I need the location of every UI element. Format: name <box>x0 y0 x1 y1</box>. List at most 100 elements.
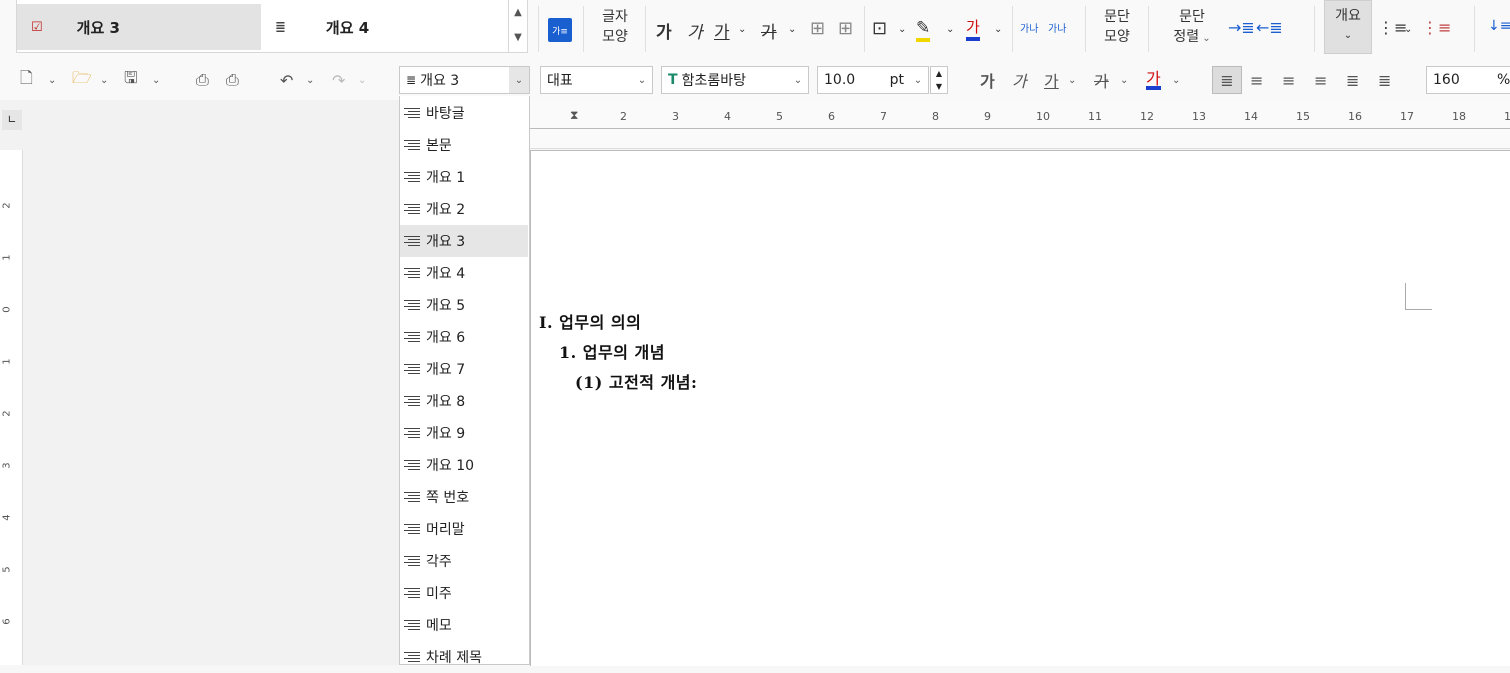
align-justify-icon[interactable]: ≣ <box>1212 66 1242 94</box>
para-shape-button[interactable]: 문단 모양 <box>1092 7 1142 47</box>
dropdown-item[interactable]: 미주 <box>400 577 528 609</box>
horizontal-ruler[interactable]: ⧗ 2 3 4 5 6 7 8 9 10 11 12 13 14 15 16 17 18 19 <box>530 100 1510 149</box>
italic-button[interactable]: 가 <box>1012 68 1027 92</box>
align-center-icon[interactable]: ≡ <box>1282 68 1295 92</box>
indent-increase-icon[interactable]: →≣ <box>1228 18 1255 37</box>
chevron-down-icon[interactable]: ⌄ <box>788 67 808 93</box>
align-left-icon[interactable]: ≡ <box>1250 68 1263 92</box>
chevron-down-icon[interactable]: ⌄ <box>632 67 652 93</box>
paragraph-style-icon <box>404 428 422 438</box>
gallery-item-outline-4[interactable]: ≣ 개요 4 <box>261 4 509 50</box>
char-border-icon[interactable]: ⊡ <box>872 18 887 39</box>
print-icon[interactable]: ⎙ <box>196 68 209 92</box>
tab-stop-icon[interactable]: ∟ <box>2 110 22 130</box>
dropdown-item[interactable]: 개요 3 <box>400 225 528 257</box>
dropdown-item[interactable]: 머리말 <box>400 513 528 545</box>
chevron-down-icon[interactable]: ⌄ <box>738 24 746 35</box>
dropdown-item[interactable]: 개요 2 <box>400 193 528 225</box>
bold-button[interactable]: 가 <box>656 18 672 43</box>
sort-icon[interactable]: ↓≡ <box>1488 18 1510 34</box>
dropdown-item[interactable]: 개요 9 <box>400 417 528 449</box>
gallery-item-outline-3[interactable]: ☑ 개요 3 <box>17 4 261 50</box>
document-page[interactable]: I. 업무의 의의 1. 업무의 개념 (1) 고전적 개념: <box>530 150 1510 666</box>
italic-button[interactable]: 가 <box>687 18 703 43</box>
dropdown-item[interactable]: 차례 제목 <box>400 641 528 673</box>
strikethrough-button[interactable]: 가 <box>1094 68 1109 92</box>
save-icon[interactable]: 🖫 <box>124 68 138 92</box>
dropdown-item[interactable]: 개요 8 <box>400 385 528 417</box>
dropdown-item[interactable]: 개요 1 <box>400 161 528 193</box>
font-size-combo[interactable]: 10.0 pt ⌄ <box>817 66 929 94</box>
outline-button[interactable]: 개요 ⌄ <box>1324 0 1372 54</box>
dropdown-item[interactable]: 개요 6 <box>400 321 528 353</box>
open-folder-icon[interactable]: 🗁 <box>72 68 92 92</box>
chevron-down-icon[interactable]: ⌄ <box>48 68 56 92</box>
language-combo[interactable]: 대표 ⌄ <box>540 66 653 94</box>
new-document-icon[interactable]: 🗋 <box>20 68 33 92</box>
chevron-down-icon[interactable]: ⌄ <box>1172 68 1180 92</box>
numbered-list-icon[interactable]: ⋮≡ <box>1422 18 1451 37</box>
chevron-down-icon[interactable]: ⌄ <box>1068 68 1076 92</box>
dropdown-item[interactable]: 쪽 번호 <box>400 481 528 513</box>
char-spacing-narrow-button[interactable]: 가나 <box>1020 20 1038 35</box>
chevron-down-icon[interactable]: ⌄ <box>898 24 906 35</box>
strikethrough-button[interactable]: 가 <box>761 18 777 43</box>
table-char-icon[interactable]: ⊞ <box>810 18 825 39</box>
chevron-down-icon[interactable]: ⌄ <box>509 67 529 93</box>
print-preview-icon[interactable]: ⎙ <box>226 68 239 92</box>
divide-icon[interactable]: ≣ <box>1378 68 1391 92</box>
chevron-down-icon[interactable]: ⌄ <box>100 68 108 92</box>
indent-marker-icon[interactable]: ⧗ <box>570 108 578 123</box>
double-chevron-down-icon[interactable]: ▼ <box>509 25 527 50</box>
para-align-button[interactable]: 문단 정렬 ⌄ <box>1162 7 1222 49</box>
dropdown-item[interactable]: 개요 4 <box>400 257 528 289</box>
font-color-button[interactable]: 가 <box>1146 68 1161 90</box>
table-char-icon[interactable]: ⊞ <box>838 18 853 39</box>
distribute-icon[interactable]: ≣ <box>1346 68 1359 92</box>
chevron-down-icon[interactable]: ⌄ <box>152 68 160 92</box>
chevron-down-icon[interactable]: ⌄ <box>908 67 928 93</box>
vertical-ruler[interactable]: 2 1 0 1 2 3 4 5 6 <box>0 150 23 665</box>
chevron-down-icon[interactable]: ⌄ <box>1404 24 1412 35</box>
ruler-tick-label: 19 <box>1504 110 1510 123</box>
chevron-down-icon[interactable]: ⌄ <box>946 24 954 35</box>
dropdown-item[interactable]: 메모 <box>400 609 528 641</box>
zoom-combo[interactable]: 160 % <box>1426 66 1510 94</box>
dropdown-item[interactable]: 개요 5 <box>400 289 528 321</box>
font-type-icon: T <box>668 72 678 88</box>
chevron-up-icon[interactable]: ▲ <box>509 0 527 25</box>
highlight-pen-icon[interactable]: ✎ <box>916 18 931 42</box>
paragraph-style-icon: ≣ <box>275 19 286 35</box>
chevron-down-icon[interactable]: ⌄ <box>306 68 314 92</box>
indent-decrease-icon[interactable]: ←≣ <box>1256 18 1283 37</box>
doc-heading-2[interactable]: 1. 업무의 개념 <box>559 339 665 363</box>
page-number-style-icon <box>404 492 422 502</box>
chevron-down-icon[interactable]: ⌄ <box>1120 68 1128 92</box>
chevron-down-icon[interactable]: ⌄ <box>788 24 796 35</box>
chevron-down-icon[interactable]: ⌄ <box>994 24 1002 35</box>
dropdown-item[interactable]: 개요 10 <box>400 449 528 481</box>
style-combo[interactable]: ≣ 개요 3 ⌄ <box>399 66 530 94</box>
divider <box>645 6 646 52</box>
bold-button[interactable]: 가 <box>980 68 995 92</box>
char-shape-button[interactable]: 글자 모양 <box>590 7 640 47</box>
dropdown-item[interactable]: 각주 <box>400 545 528 577</box>
undo-icon[interactable]: ↶ <box>280 68 293 92</box>
chevron-down-icon[interactable]: ⌄ <box>358 68 366 92</box>
bullet-list-icon[interactable]: ⋮≡ <box>1378 18 1407 37</box>
align-right-icon[interactable]: ≡ <box>1314 68 1327 92</box>
font-size-stepper[interactable]: ▲ ▼ <box>930 66 948 94</box>
char-spacing-wide-button[interactable]: 가나 <box>1048 20 1066 35</box>
redo-icon[interactable]: ↷ <box>332 68 345 92</box>
dropdown-item[interactable]: 개요 7 <box>400 353 528 385</box>
doc-heading-1[interactable]: I. 업무의 의의 <box>539 309 641 333</box>
folder-style-icon[interactable]: 가≡ <box>548 18 572 42</box>
underline-button[interactable]: 가 <box>714 18 730 43</box>
dropdown-item[interactable]: 바탕글 <box>400 97 528 129</box>
font-combo[interactable]: T 함초롬바탕 ⌄ <box>661 66 809 94</box>
font-color-button[interactable]: 가 <box>966 16 980 41</box>
doc-heading-3[interactable]: (1) 고전적 개념: <box>575 369 697 393</box>
gallery-scroll[interactable]: ▲ ▼ <box>508 0 528 53</box>
dropdown-item[interactable]: 본문 <box>400 129 528 161</box>
underline-button[interactable]: 가 <box>1044 68 1059 92</box>
